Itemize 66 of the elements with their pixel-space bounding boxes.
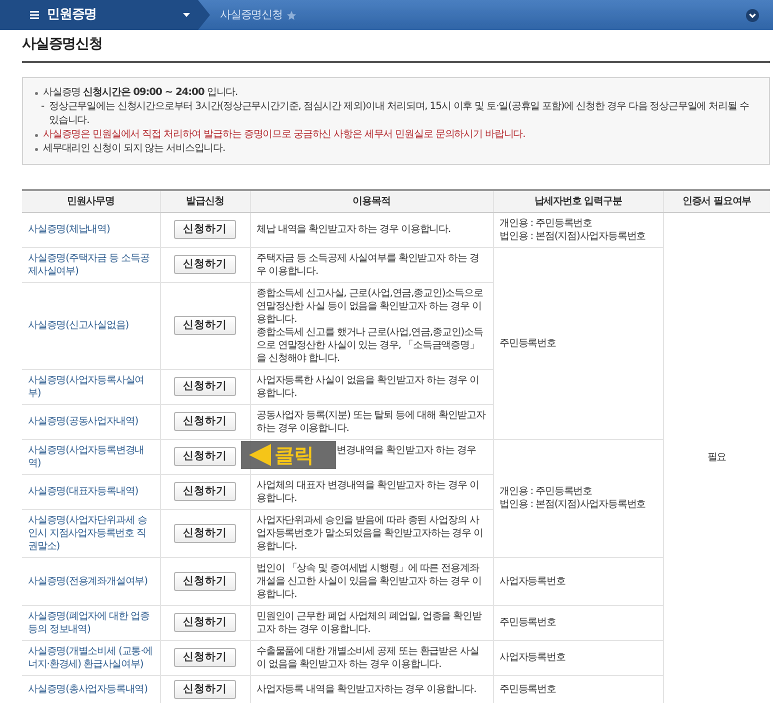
service-link[interactable]: 사실증명(사업자단위과세 승인시 지점사업자등록번호 직권말소) <box>28 514 154 552</box>
id-input-text: 사업자등록번호 <box>500 651 566 664</box>
column-header: 발급신청 <box>160 190 250 212</box>
service-link[interactable]: 사실증명(신고사실없음) <box>28 319 154 332</box>
purpose-text: 변경내역을 확인받고자 하는 경우 <box>336 444 477 456</box>
service-link[interactable]: 사실증명(개별소비세 (교통·에너지·환경세) 환급사실여부) <box>28 644 154 670</box>
service-link[interactable]: 사실증명(사업자등록변경내역) <box>28 444 154 470</box>
apply-button[interactable]: 신청하기 <box>174 377 236 396</box>
apply-button[interactable]: 신청하기 <box>174 316 236 335</box>
apply-button[interactable]: 신청하기 <box>174 412 236 431</box>
star-icon[interactable] <box>286 10 298 20</box>
apply-button[interactable]: 신청하기 <box>174 680 236 698</box>
page-title: 사실증명신청 <box>22 30 770 63</box>
apply-button[interactable]: 신청하기 <box>174 220 236 239</box>
menu-title[interactable]: 민원증명 <box>47 5 97 25</box>
purpose-text: 사업체의 대표자 변경내역을 확인받고자 하는 경우 이용합니다. <box>256 478 480 504</box>
column-header: 이용목적 <box>250 190 493 212</box>
apply-button[interactable]: 신청하기 <box>174 447 236 466</box>
service-link[interactable]: 사실증명(주택자금 등 소득공제사실여부) <box>28 252 154 278</box>
apply-button[interactable]: 신청하기 <box>174 524 236 542</box>
callout-label: 클릭 <box>274 442 314 468</box>
apply-button[interactable]: 신청하기 <box>174 572 236 590</box>
apply-button[interactable]: 신청하기 <box>174 255 236 274</box>
arrow-left-icon <box>248 444 270 466</box>
id-input-text: 주민등록번호 <box>500 616 557 629</box>
service-link[interactable]: 사실증명(사업자등록사실여부) <box>28 374 154 400</box>
service-link[interactable]: 사실증명(체납내역) <box>28 223 154 236</box>
service-link[interactable]: 사실증명(공동사업자내역) <box>28 415 154 428</box>
notice-text: 사실증명은 민원실에서 직접 처리하여 발급하는 증명이므로 궁금하신 사항은 세무서 민원실로 문의하시기 바랍니다. <box>43 128 526 142</box>
purpose-text: 체납 내역을 확인받고자 하는 경우 이용합니다. <box>256 223 452 236</box>
notice-text: 사실증명 신청시간은 09:00 ~ 24:00 입니다. <box>43 86 238 100</box>
caret-icon[interactable] <box>183 13 190 17</box>
id-input-text: 사업자등록번호 <box>500 574 566 588</box>
purpose-text: 사업자등록 내역을 확인받고자하는 경우 이용합니다. <box>256 682 478 696</box>
bullet-icon <box>35 92 38 95</box>
id-input-text: 개인용 : 주민등록번호 법인용 : 본점(지점)사업자등록번호 <box>500 485 647 511</box>
apply-button[interactable]: 신청하기 <box>174 648 236 667</box>
id-input-text: 주민등록번호 <box>500 682 557 696</box>
service-link[interactable]: 사실증명(폐업자에 대한 업종등의 정보내역) <box>28 610 154 636</box>
purpose-text: 사업자등록한 사실이 없음을 확인받고자 하는 경우 이용합니다. <box>256 374 480 400</box>
column-header: 납세자번호 입력구분 <box>493 190 663 212</box>
breadcrumb-link[interactable]: 사실증명신청 <box>210 6 282 24</box>
purpose-text: 민원인이 근무한 폐업 사업체의 폐업일, 업종을 확인받고자 하는 경우 이용합니다. <box>256 610 483 636</box>
certificate-text: 필요 <box>707 452 726 463</box>
purpose-text: 주택자금 등 소득공제 사실여부를 확인받고자 하는 경우 이용합니다. <box>256 252 480 278</box>
bullet-icon <box>35 134 38 137</box>
service-link[interactable]: 사실증명(전용계좌개설여부) <box>28 574 154 588</box>
id-input-text: 주민등록번호 <box>500 336 557 350</box>
apply-button[interactable]: 신청하기 <box>174 613 236 632</box>
column-header: 민원사무명 <box>22 190 160 212</box>
notice-text: 세무대리인 신청이 되지 않는 서비스입니다. <box>43 142 226 156</box>
purpose-text: 종합소득세 신고사실, 근로(사업,연금,종교인)소득으로 연말정산한 사실 등이 없음을 확인받고자 하는 경우 이용합니다. 종합소득세 신고를 했거나 근로(사업,연금,종교인)소득으로 연말정산한 사실이 있는 경우, 「소득금액증명」을 신청해야 합니다. <box>256 286 484 364</box>
column-header: 인증서 필요여부 <box>663 190 770 212</box>
bullet-icon <box>35 148 38 151</box>
chevron-down-icon[interactable] <box>746 8 759 22</box>
purpose-text: 공동사업자 등록(지분) 또는 탈퇴 등에 대해 확인받고자 하는 경우 이용합니다. <box>256 408 486 434</box>
purpose-text: 법인이 「상속 및 증여세법 시행령」에 따른 전용계좌 개설을 신고한 사실이 있음을 확인받고자 하는 경우 이용합니다. <box>256 562 482 600</box>
service-link[interactable]: 사실증명(총사업자등록내역) <box>28 682 154 696</box>
purpose-text: 수출물품에 대한 개별소비세 공제 또는 환급받은 사실이 없음을 확인받고자 하는 경우 이용합니다. <box>256 644 480 670</box>
apply-button[interactable]: 신청하기 <box>174 482 236 501</box>
notice-marker: - <box>41 100 44 114</box>
id-input-text: 개인용 : 주민등록번호 법인용 : 본점(지점)사업자등록번호 <box>500 216 647 242</box>
menu-icon[interactable] <box>30 11 39 19</box>
purpose-text: 사업자단위과세 승인을 받음에 따라 종된 사업장의 사업자등록번호가 말소되었음을 확인받고자하는 경우 이용합니다. <box>256 514 484 552</box>
notice-text: 정상근무일에는 신청시간으로부터 3시간(정상근무시간기준, 점심시간 제외)이내 처리되며, 15시 이후 및 토·일(공휴일 포함)에 신청한 경우 다음 정상근무일에 처리될 수 있습니다. <box>49 100 750 128</box>
service-link[interactable]: 사실증명(대표자등록내역) <box>28 485 154 498</box>
